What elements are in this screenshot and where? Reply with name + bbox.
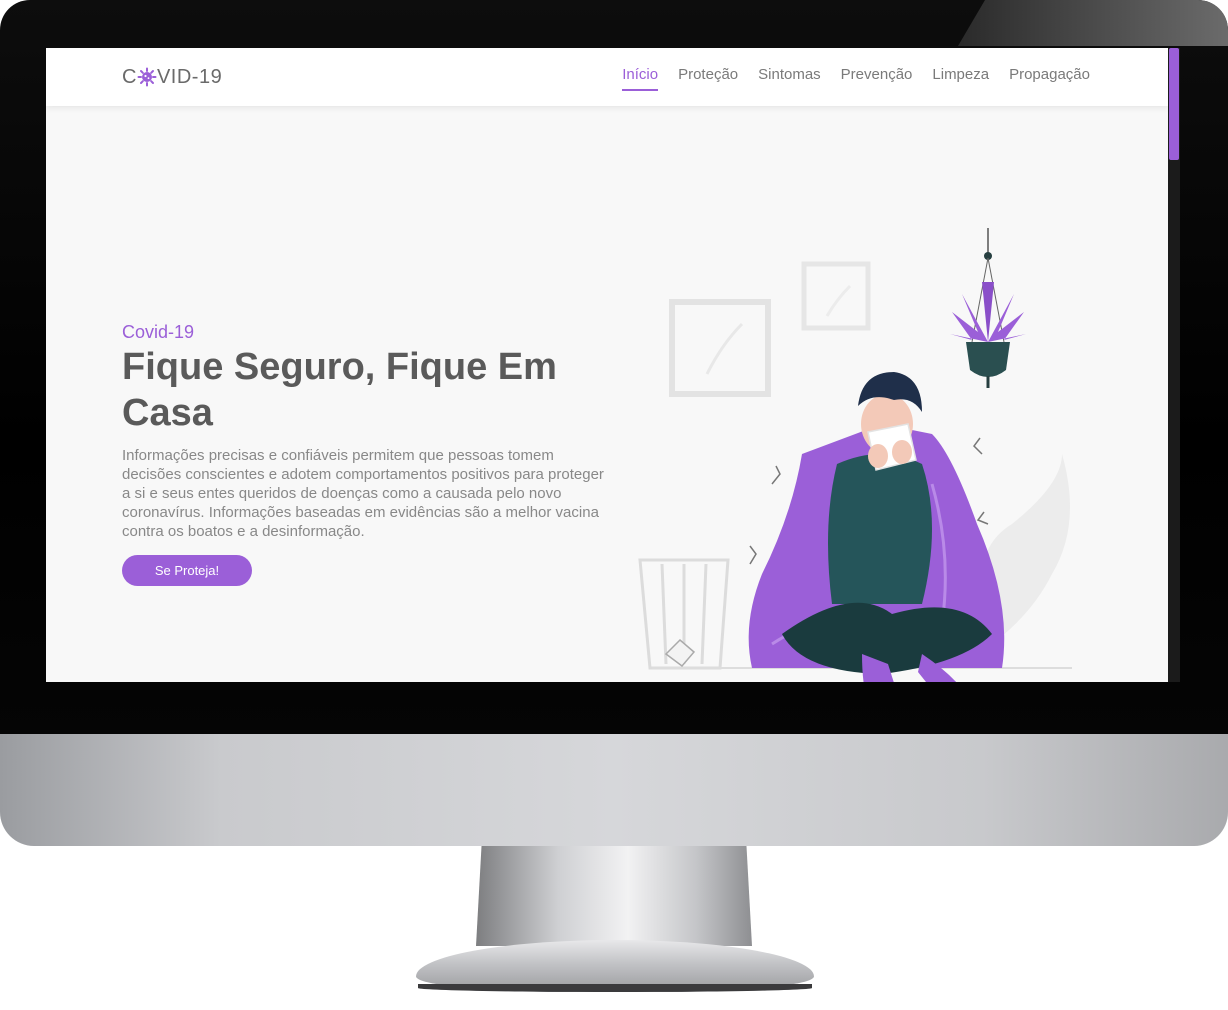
waste-basket [638,558,730,670]
hero-eyebrow: Covid-19 [122,322,195,342]
hero-description: Informações precisas e confiáveis permit… [122,447,604,540]
scrollbar-thumb[interactable] [1169,48,1179,160]
sick-person-illustration [638,228,1072,682]
site-logo[interactable]: C VID-19 [122,64,222,90]
nav-link-propagacao[interactable]: Propagação [1009,66,1090,91]
main-nav: Início Proteção Sintomas Prevenção Limpe… [622,66,1090,91]
person-body [828,454,932,604]
wall-frame-right [801,261,871,331]
nav-link-protecao[interactable]: Proteção [678,66,738,91]
logo-text-prefix: C [122,65,137,88]
monitor-chin [0,734,1228,846]
monitor-stand-foot-edge [418,984,812,992]
screen: C VID-19 Início Proteção Sintomas Preven… [46,48,1168,682]
virus-icon [137,67,157,87]
navbar: C VID-19 Início Proteção Sintomas Preven… [46,48,1168,106]
wall-frame-left [669,299,771,397]
bezel-glare [958,0,1228,46]
protect-yourself-button[interactable]: Se Proteja! [122,555,252,586]
monitor-stand-neck [476,846,752,946]
hero-title: Fique Seguro, Fique Em Casa [122,346,557,434]
nav-link-prevencao[interactable]: Prevenção [841,66,913,91]
hanging-plant [950,228,1026,388]
nav-link-sintomas[interactable]: Sintomas [758,66,821,91]
nav-link-inicio[interactable]: Início [622,66,659,91]
nav-link-limpeza[interactable]: Limpeza [932,66,989,91]
logo-text-suffix: VID-19 [156,65,223,88]
